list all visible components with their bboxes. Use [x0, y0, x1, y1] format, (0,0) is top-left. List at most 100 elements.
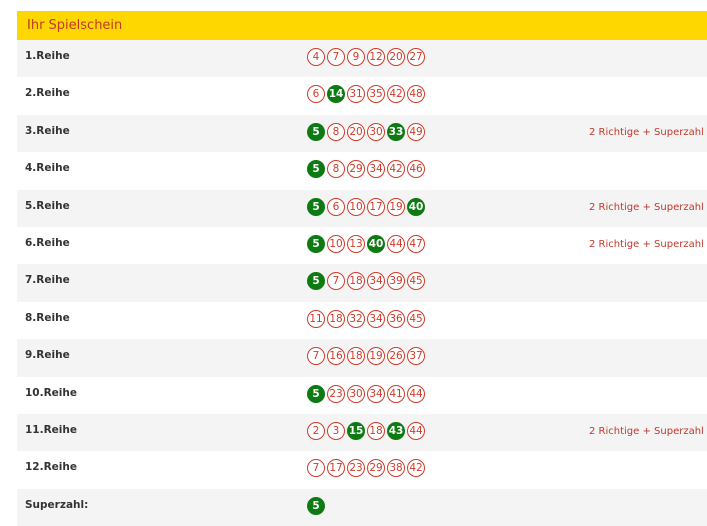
row-label: 9.Reihe [25, 349, 70, 362]
number-ball-hit: 5 [307, 496, 325, 515]
number-ball: 19 [367, 347, 385, 366]
number-ball: 9 [347, 48, 365, 66]
ticket-row: 5.Reihe 5 6 10 17 19 40 2 Richtige + Superzahl [17, 189, 707, 227]
ticket-title: Ihr Spielschein [27, 18, 123, 33]
number-balls: 5 6 10 17 19 40 [307, 197, 427, 216]
number-ball: 48 [407, 85, 425, 104]
number-ball: 23 [347, 459, 365, 478]
number-ball: 17 [367, 197, 385, 216]
number-ball-hit: 33 [387, 122, 405, 141]
number-ball-hit: 40 [407, 197, 425, 216]
number-ball: 30 [347, 384, 365, 403]
number-ball: 7 [307, 347, 325, 366]
number-ball: 6 [327, 197, 345, 216]
number-ball: 42 [387, 85, 405, 104]
number-ball: 39 [387, 272, 405, 291]
number-ball: 7 [327, 272, 345, 291]
number-ball: 38 [387, 459, 405, 478]
number-balls: 4 7 9 12 20 27 [307, 48, 427, 66]
number-ball: 42 [387, 160, 405, 179]
number-ball: 20 [387, 48, 405, 66]
row-result: 2 Richtige + Superzahl [589, 238, 704, 250]
number-ball: 45 [407, 272, 425, 291]
ticket-row: 6.Reihe 5 10 13 40 44 47 2 Richtige + Superzahl [17, 226, 707, 265]
row-label: 5.Reihe [25, 199, 70, 212]
number-balls: 5 8 20 30 33 49 [307, 122, 427, 141]
ticket-row: Superzahl: 5 [17, 488, 707, 526]
number-balls: 7 16 18 19 26 37 [307, 347, 427, 366]
number-ball: 46 [407, 160, 425, 179]
ticket-row: 7.Reihe 5 7 18 34 39 45 [17, 264, 707, 302]
lotto-ticket-panel: Ihr Spielschein 1.Reihe 4 7 9 12 20 27 2.Reihe 6… [17, 11, 707, 526]
number-ball: 19 [387, 197, 405, 216]
row-label: 11.Reihe [25, 423, 78, 436]
ticket-row: 3.Reihe 5 8 20 30 33 49 2 Richtige + Superzahl [17, 114, 707, 153]
ticket-rows: 1.Reihe 4 7 9 12 20 27 2.Reihe 6 14 31 35 42 48 3.Reih… [17, 40, 707, 526]
number-balls: 5 [307, 496, 327, 515]
number-ball: 3 [327, 421, 345, 440]
number-ball: 7 [327, 48, 345, 66]
number-balls: 2 3 15 18 43 44 [307, 421, 427, 440]
ticket-row: 2.Reihe 6 14 31 35 42 48 [17, 77, 707, 115]
number-balls: 6 14 31 35 42 48 [307, 85, 427, 104]
number-ball: 34 [367, 309, 385, 328]
number-ball-hit: 5 [307, 197, 325, 216]
number-ball: 34 [367, 160, 385, 179]
row-label: 7.Reihe [25, 274, 70, 287]
number-ball: 10 [347, 197, 365, 216]
number-ball: 49 [407, 122, 425, 141]
number-ball: 23 [327, 384, 345, 403]
number-ball: 18 [347, 347, 365, 366]
ticket-row: 9.Reihe 7 16 18 19 26 37 [17, 339, 707, 377]
number-ball-hit: 5 [307, 234, 325, 253]
number-ball-hit: 5 [307, 122, 325, 141]
number-balls: 5 23 30 34 41 44 [307, 384, 427, 403]
row-result: 2 Richtige + Superzahl [589, 425, 704, 437]
number-ball: 29 [367, 459, 385, 478]
number-ball: 27 [407, 48, 425, 66]
ticket-row: 1.Reihe 4 7 9 12 20 27 [17, 40, 707, 78]
number-ball: 7 [307, 459, 325, 478]
row-label: 4.Reihe [25, 162, 70, 175]
row-result: 2 Richtige + Superzahl [589, 126, 704, 138]
number-ball: 16 [327, 347, 345, 366]
number-ball: 13 [347, 234, 365, 253]
ticket-row: 11.Reihe 2 3 15 18 43 44 2 Richtige + Superzahl [17, 413, 707, 452]
ticket-row: 8.Reihe 11 18 32 34 36 45 [17, 301, 707, 340]
number-ball: 17 [327, 459, 345, 478]
number-ball-hit: 43 [387, 421, 405, 440]
number-ball: 30 [367, 122, 385, 141]
number-ball: 44 [407, 421, 425, 440]
ticket-header: Ihr Spielschein [17, 11, 707, 40]
number-ball: 2 [307, 421, 325, 440]
number-ball-hit: 5 [307, 272, 325, 291]
number-ball: 36 [387, 309, 405, 328]
row-label: 6.Reihe [25, 236, 70, 249]
row-label: 10.Reihe [25, 386, 78, 399]
number-ball: 44 [407, 384, 425, 403]
row-label: Superzahl: [25, 498, 89, 511]
row-label: 2.Reihe [25, 87, 70, 100]
number-ball: 42 [407, 459, 425, 478]
row-label: 3.Reihe [25, 124, 70, 137]
number-ball: 8 [327, 122, 345, 141]
row-result: 2 Richtige + Superzahl [589, 201, 704, 213]
number-ball: 34 [367, 384, 385, 403]
number-ball: 11 [307, 309, 325, 328]
number-ball: 34 [367, 272, 385, 291]
number-ball: 18 [327, 309, 345, 328]
number-ball: 37 [407, 347, 425, 366]
number-ball: 47 [407, 234, 425, 253]
row-label: 8.Reihe [25, 311, 70, 324]
row-label: 1.Reihe [25, 50, 70, 62]
number-ball: 12 [367, 48, 385, 66]
number-ball: 29 [347, 160, 365, 179]
number-ball: 10 [327, 234, 345, 253]
ticket-row: 10.Reihe 5 23 30 34 41 44 [17, 376, 707, 414]
number-ball: 41 [387, 384, 405, 403]
ticket-row: 12.Reihe 7 17 23 29 38 42 [17, 451, 707, 489]
number-ball: 6 [307, 85, 325, 104]
number-balls: 7 17 23 29 38 42 [307, 459, 427, 478]
ticket-row: 4.Reihe 5 8 29 34 42 46 [17, 152, 707, 190]
number-ball: 4 [307, 48, 325, 66]
